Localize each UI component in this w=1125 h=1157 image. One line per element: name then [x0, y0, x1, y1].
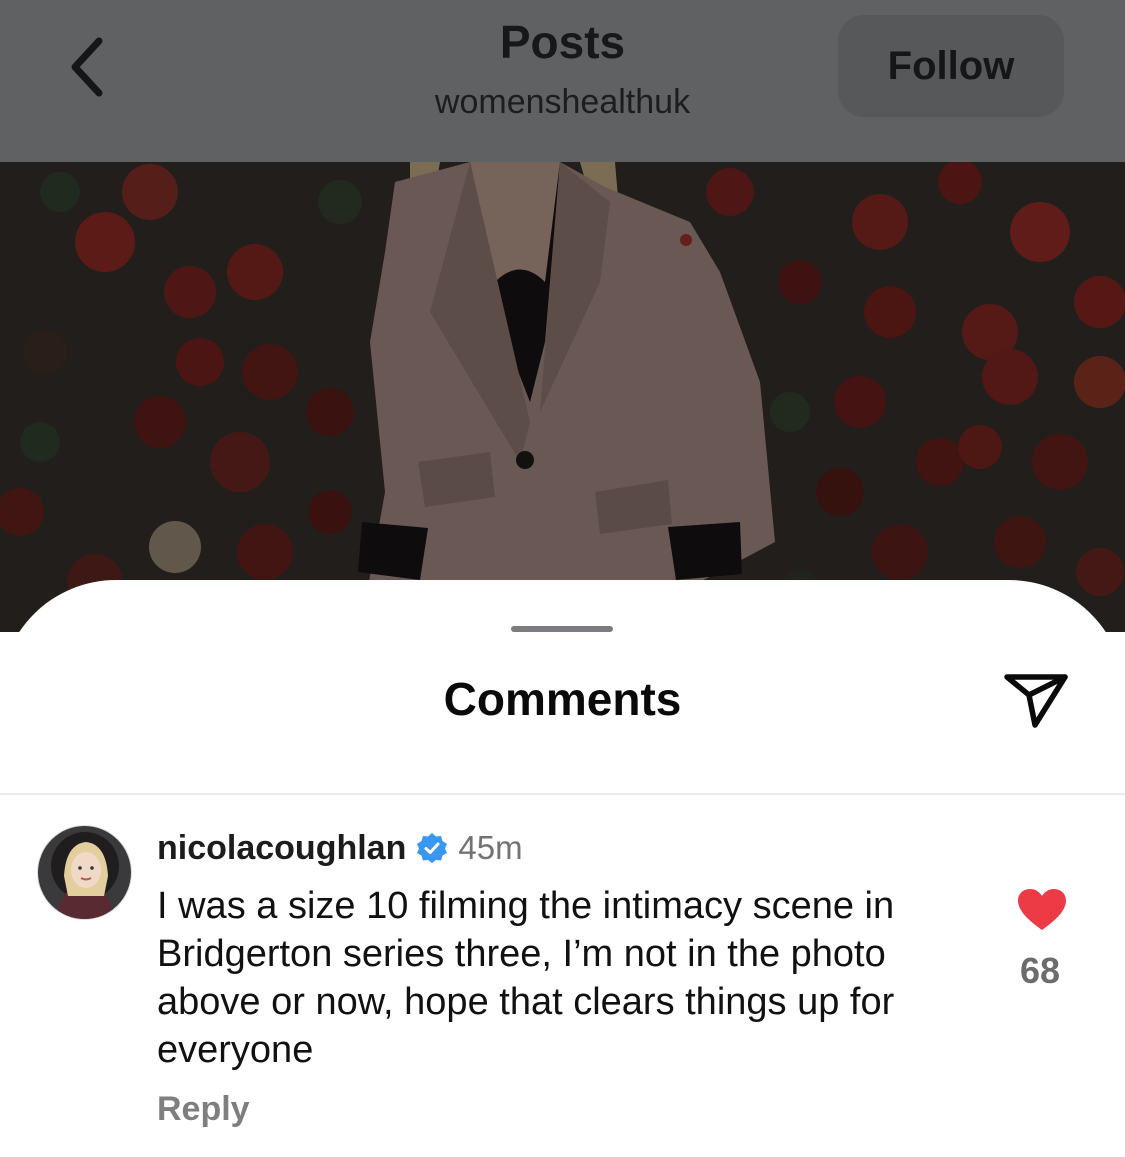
comment-text: I was a size 10 filming the intimacy sce… [157, 885, 895, 1071]
top-nav-bar: Posts womenshealthuk Follow [0, 0, 1125, 162]
like-count: 68 [1019, 950, 1061, 991]
chevron-left-icon [71, 37, 103, 97]
account-username[interactable]: womenshealthuk [435, 82, 690, 122]
comments-sheet: Comments nicolacoughlan 45m I was a size… [0, 580, 1125, 1157]
verified-badge-icon [416, 832, 448, 864]
comment-username[interactable]: nicolacoughlan [157, 829, 406, 868]
sheet-title: Comments [443, 673, 682, 725]
follow-button[interactable]: Follow [838, 15, 1064, 117]
heart-icon [1018, 889, 1066, 930]
share-button[interactable] [998, 666, 1074, 734]
post-photo [0, 162, 1125, 632]
comment-header: nicolacoughlan 45m [157, 826, 523, 870]
back-button[interactable] [52, 30, 122, 104]
sheet-grabber[interactable] [511, 626, 613, 632]
like-button[interactable] [1010, 880, 1074, 940]
sheet-divider [0, 793, 1125, 795]
avatar[interactable] [37, 825, 132, 920]
reply-button[interactable]: Reply [157, 1090, 250, 1129]
page-title: Posts [499, 16, 626, 68]
screen: Posts womenshealthuk Follow Comments nic… [0, 0, 1125, 1157]
paper-plane-icon [1004, 674, 1068, 728]
comment-timestamp: 45m [458, 829, 523, 866]
